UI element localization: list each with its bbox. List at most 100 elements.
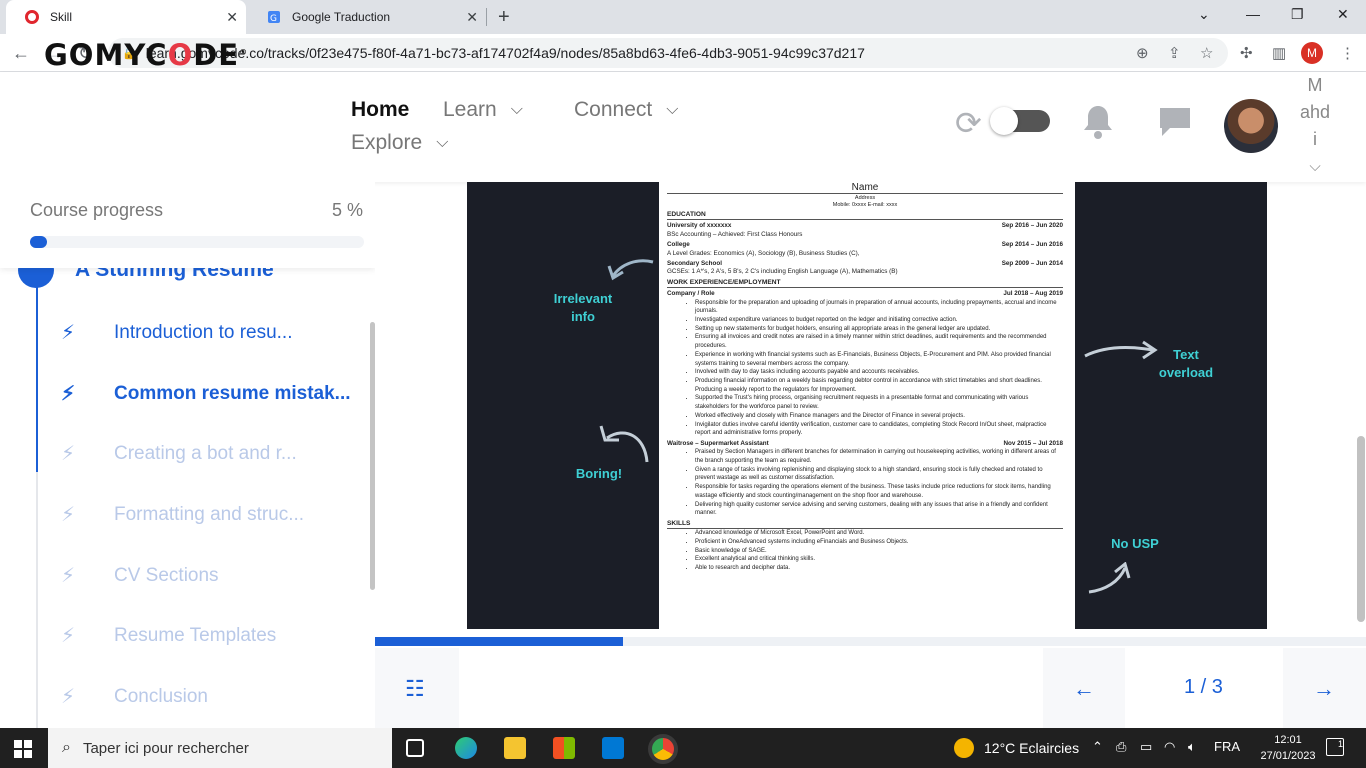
language-indicator[interactable]: FRA [1214, 739, 1240, 754]
arrow-icon [1088, 562, 1131, 594]
nav-explore[interactable]: Explore ⌵ [351, 131, 448, 155]
minimize-icon[interactable]: — [1246, 6, 1260, 22]
lesson-label: Common resume mistak... [114, 382, 351, 404]
job-bullet: Experience in working with financial sys… [695, 351, 1063, 368]
lesson-item[interactable]: ⚡︎ Common resume mistak... [58, 381, 351, 406]
lesson-label: Formatting and struc... [114, 503, 305, 525]
new-tab-icon[interactable]: + [498, 6, 510, 29]
task-view-icon[interactable] [406, 739, 424, 757]
zoom-icon[interactable]: ⊕ [1136, 44, 1149, 62]
weather-widget[interactable]: 12°C Eclaircies [954, 738, 1079, 758]
skill-bullet: Excellent analytical and critical thinki… [695, 555, 1063, 564]
lesson-item[interactable]: ⚡︎ Introduction to resu... [58, 320, 293, 345]
mail-icon[interactable] [602, 737, 624, 759]
job-bullet: Ensuring all invoices and credit notes a… [695, 333, 1063, 350]
notifications-icon[interactable]: 1 [1326, 738, 1344, 756]
arrow-icon [599, 425, 649, 463]
mode-toggle[interactable] [990, 107, 1050, 135]
resume-contact: Mobile: 0xxxx E-mail: xxxx [832, 202, 898, 208]
share-icon[interactable]: ⇪ [1168, 44, 1181, 62]
edu-detail: BSc Accounting – Achieved: First Class H… [667, 230, 803, 238]
back-icon[interactable]: ← [12, 43, 30, 64]
chrome-icon[interactable] [648, 734, 678, 764]
nav-connect[interactable]: Connect ⌵ [574, 98, 678, 122]
job-bullet: Praised by Section Managers in different… [695, 448, 1063, 465]
maximize-icon[interactable]: ❐ [1291, 6, 1304, 23]
profile-avatar[interactable]: M [1301, 42, 1323, 64]
resume-name: Name [667, 182, 1063, 194]
close-tab-icon[interactable]: ✕ [466, 9, 478, 26]
nav-home[interactable]: Home [351, 98, 409, 122]
meet-icon[interactable]: ⎙ [1116, 739, 1126, 755]
course-progress-bar [30, 236, 364, 248]
windows-taskbar: ⌕ Taper ici pour rechercher 12°C Eclairc… [0, 728, 1366, 768]
close-window-icon[interactable]: ✕ [1337, 6, 1349, 23]
table-of-contents-icon[interactable]: ☷ [405, 676, 425, 702]
next-slide-icon[interactable]: → [1313, 676, 1335, 702]
lesson-item[interactable]: ⚡︎ Formatting and struc... [58, 502, 304, 527]
chevron-down-icon: ⌵ [436, 134, 449, 151]
job-row: Company / Role Jul 2018 – Aug 2019 [667, 290, 1063, 298]
job-bullet: Investigated expenditure variances to bu… [695, 316, 1063, 325]
chevron-down-icon: ⌵ [510, 101, 523, 118]
bolt-icon: ⚡︎ [60, 504, 76, 526]
tab-search-chevron-icon[interactable]: ⌄ [1198, 6, 1210, 23]
skill-bullet: Advanced knowledge of Microsoft Excel, P… [695, 529, 1063, 538]
extensions-icon[interactable]: ✣ [1240, 44, 1253, 62]
edu-row: College Sep 2014 – Jun 2016 [667, 241, 1063, 249]
bolt-icon: ⚡︎ [60, 383, 76, 405]
user-name[interactable]: M ahd i ⌵ [1300, 72, 1330, 180]
taskbar-search[interactable]: ⌕ Taper ici pour rechercher [48, 728, 392, 768]
course-progress-label: Course progress [30, 200, 164, 220]
file-explorer-icon[interactable] [504, 737, 526, 759]
bolt-icon: ⚡︎ [60, 443, 76, 465]
lesson-label: CV Sections [114, 564, 219, 586]
url-input[interactable]: 🔒 learn.gomycode.co/tracks/0f23e475-f80f… [108, 38, 1228, 68]
bookmark-star-icon[interactable]: ☆ [1200, 44, 1213, 62]
arrow-icon [607, 259, 654, 281]
course-progress-card: Course progress 5 % [0, 182, 375, 268]
tab-title: Skill [50, 10, 73, 24]
browser-menu-icon[interactable]: ⋮ [1340, 44, 1355, 62]
annotation-no-usp: No USP [1111, 536, 1159, 551]
resume-document: Name Address Mobile: 0xxxx E-mail: xxxx … [659, 182, 1075, 629]
tab-skill[interactable]: Skill ✕ [6, 0, 246, 34]
lesson-label: Conclusion [114, 685, 208, 707]
resume-section-heading: EDUCATION [667, 211, 1063, 221]
job-bullets: Responsible for the preparation and uplo… [667, 299, 1063, 438]
clock[interactable]: 12:01 27/01/2023 [1260, 732, 1316, 764]
google-translate-icon: G [266, 9, 282, 25]
previous-slide-icon[interactable]: ← [1073, 676, 1095, 702]
lesson-item[interactable]: ⚡︎ Creating a bot and r... [58, 441, 297, 466]
slide-progress-fill [375, 637, 623, 646]
tab-google-traduction[interactable]: G Google Traduction ✕ [248, 0, 486, 34]
page-scrollbar[interactable] [1357, 436, 1365, 622]
job-bullet: Setting up new statements for budget hol… [695, 325, 1063, 334]
lesson-label: Resume Templates [114, 624, 277, 646]
edu-row: University of xxxxxxx Sep 2016 – Jun 2020 [667, 222, 1063, 230]
sync-icon: ⟳ [955, 105, 982, 141]
user-avatar[interactable] [1224, 99, 1278, 153]
gomycode-logo[interactable]: GOMYCODE® [44, 38, 248, 72]
windows-start-icon[interactable] [14, 740, 32, 758]
edu-detail: GCSEs: 1 A*'s, 2 A's, 5 B's, 2 C's inclu… [667, 268, 898, 276]
nav-learn[interactable]: Learn ⌵ [443, 98, 523, 122]
tray-chevron-up-icon[interactable]: ⌃ [1092, 739, 1103, 755]
edu-row: Secondary School Sep 2009 – Jun 2014 [667, 260, 1063, 268]
opera-icon [24, 9, 40, 25]
battery-icon[interactable]: ▭ [1140, 739, 1152, 755]
slide-pager: 1 / 3 [1184, 676, 1223, 698]
lesson-item[interactable]: ⚡︎ Resume Templates [58, 623, 276, 648]
side-panel-icon[interactable]: ▥ [1272, 44, 1286, 62]
lesson-item[interactable]: ⚡︎ Conclusion [58, 684, 208, 709]
chat-icon[interactable] [1158, 106, 1192, 143]
sidebar-scrollbar[interactable] [370, 322, 375, 590]
lesson-item[interactable]: ⚡︎ CV Sections [58, 563, 219, 588]
edge-icon[interactable] [455, 737, 477, 759]
annotation-irrelevant: Irrelevant info [553, 291, 613, 324]
close-tab-icon[interactable]: ✕ [226, 9, 238, 26]
volume-icon[interactable]: 🔈︎ [1188, 739, 1196, 755]
store-icon[interactable] [553, 737, 575, 759]
bell-icon[interactable] [1082, 104, 1114, 145]
wifi-icon[interactable]: ◠ [1164, 739, 1175, 755]
